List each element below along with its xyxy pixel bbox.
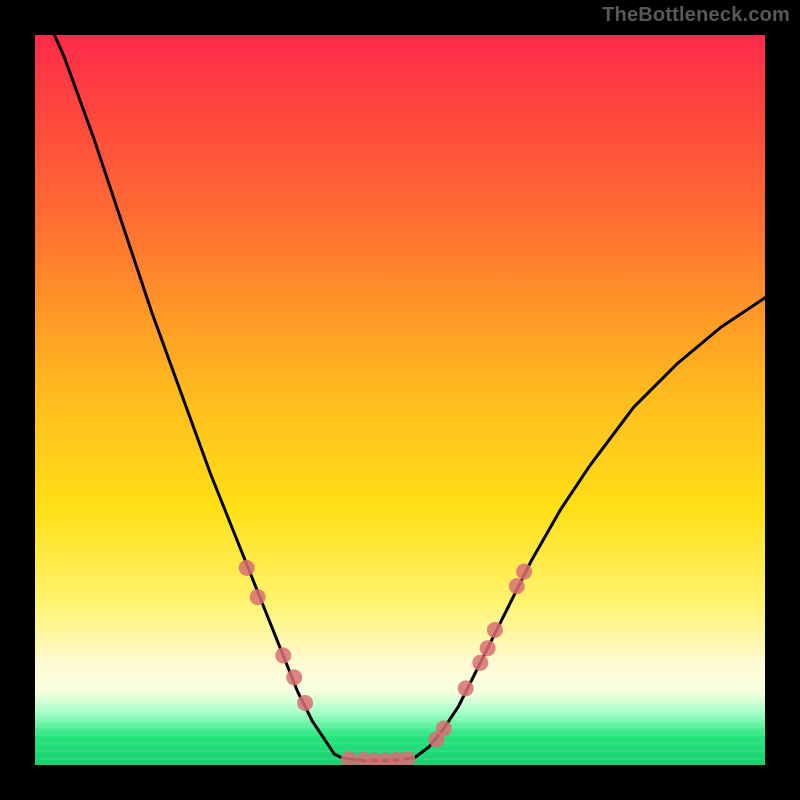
marker-layer [239,560,532,765]
plot-area [35,35,765,765]
chart-stage: TheBottleneck.com [0,0,800,800]
data-marker [275,648,291,664]
watermark-text: TheBottleneck.com [602,4,790,27]
data-marker [399,751,415,765]
data-marker [509,578,525,594]
data-marker [458,680,474,696]
data-marker [250,589,266,605]
bottleneck-curve [35,35,765,761]
data-marker [436,721,452,737]
data-marker [286,669,302,685]
data-marker [480,640,496,656]
data-marker [487,622,503,638]
data-marker [341,751,357,765]
data-marker [516,564,532,580]
data-marker [472,655,488,671]
data-marker [297,695,313,711]
curve-layer [35,35,765,761]
chart-svg [35,35,765,765]
data-marker [239,560,255,576]
